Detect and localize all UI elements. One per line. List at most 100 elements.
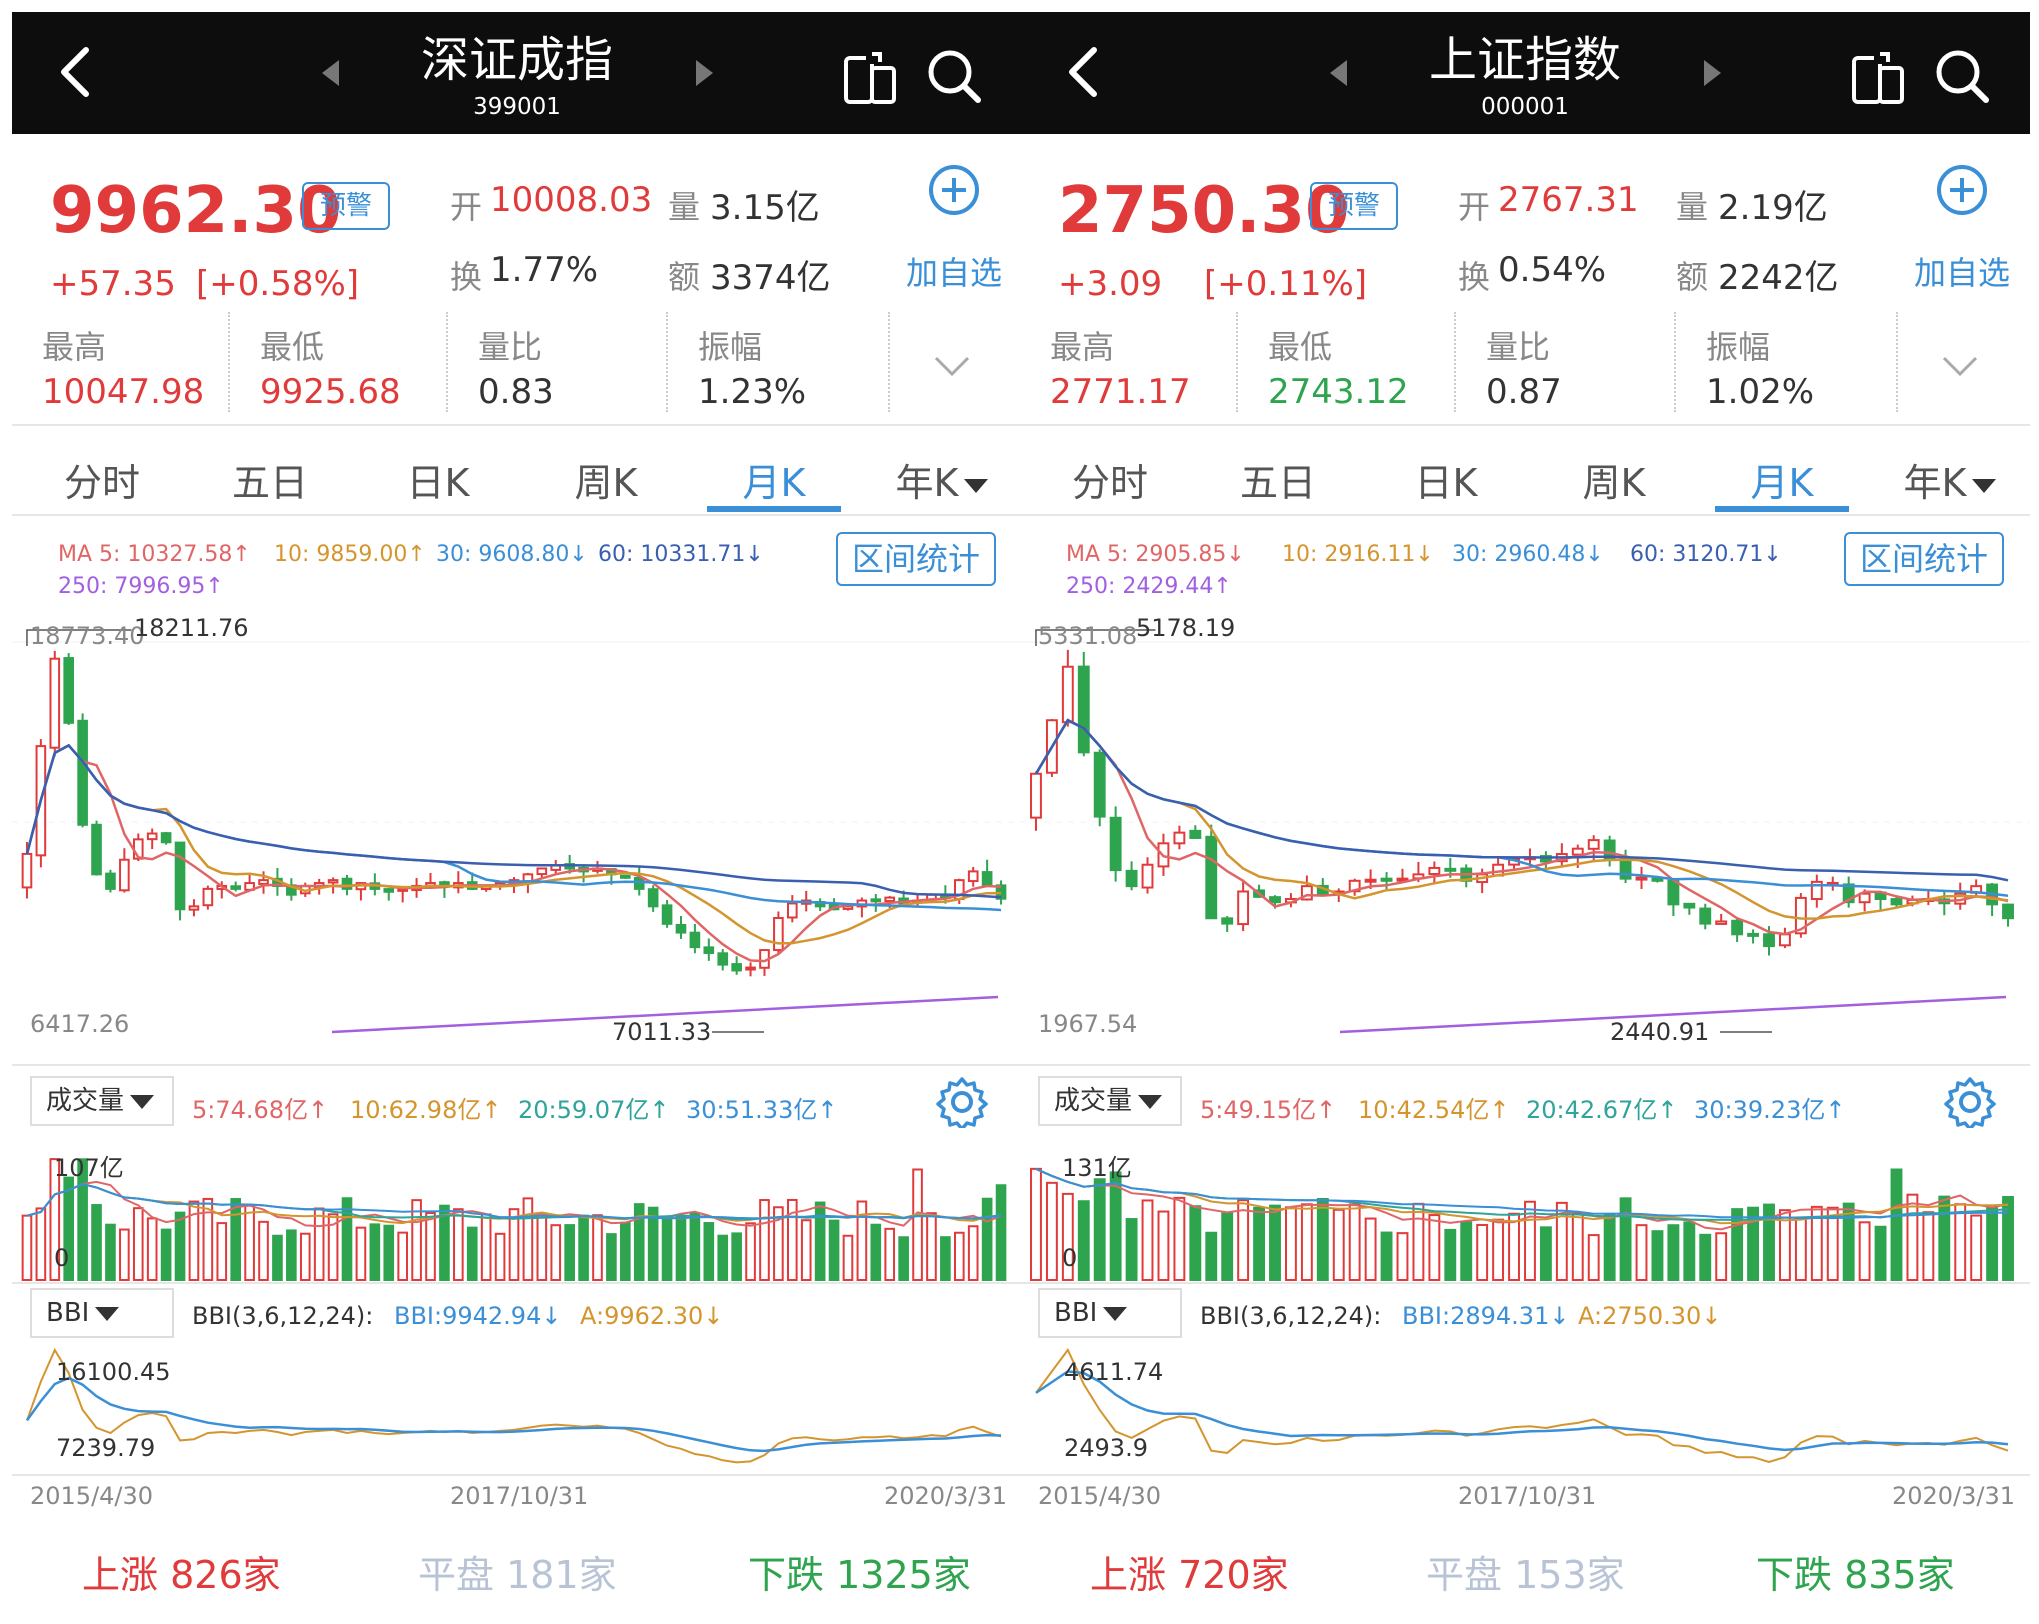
vol-ma10: 10:42.54亿↑ xyxy=(1358,1096,1510,1124)
search-icon[interactable] xyxy=(1932,46,1992,106)
candle xyxy=(202,887,214,907)
gear-icon[interactable] xyxy=(1944,1076,1996,1128)
volume-bar xyxy=(480,1213,492,1281)
candle xyxy=(981,871,993,887)
candle xyxy=(786,902,798,919)
volume-bar xyxy=(216,1222,228,1281)
next-stock-icon[interactable] xyxy=(1704,60,1721,86)
tab-daily-k[interactable]: 日K xyxy=(358,452,518,507)
chevron-down-icon[interactable] xyxy=(932,352,972,380)
volume-bar xyxy=(1364,1217,1377,1281)
vol-ma20: 20:59.07亿↑ xyxy=(518,1096,670,1124)
volume-dropdown-label: 成交量 xyxy=(1054,1086,1133,1116)
decline-label: 下跌 xyxy=(748,1553,825,1597)
volume-bar xyxy=(1396,1232,1409,1281)
candle xyxy=(1715,920,1728,925)
candle xyxy=(105,872,116,890)
volume-bar xyxy=(1284,1206,1297,1281)
volume-bar xyxy=(592,1214,603,1281)
candlestick-chart[interactable] xyxy=(1020,612,2030,1052)
volume-bar xyxy=(132,1207,144,1281)
volume-bar xyxy=(1571,1212,1584,1281)
search-icon[interactable] xyxy=(924,46,984,106)
gear-icon[interactable] xyxy=(936,1076,988,1128)
add-watchlist-icon[interactable] xyxy=(1936,164,1988,216)
candlestick-chart[interactable] xyxy=(12,612,1022,1052)
volume-value: 2.19亿 xyxy=(1718,188,1828,228)
tab-weekly-k[interactable]: 周K xyxy=(526,452,686,507)
range-stats-button[interactable]: 区间统计 xyxy=(1844,532,2004,586)
add-watchlist-button[interactable]: 加自选 xyxy=(906,248,1002,294)
bbi-axis-max: 4611.74 xyxy=(1064,1358,1164,1386)
tab-weekly-k[interactable]: 周K xyxy=(1534,452,1694,507)
candle xyxy=(1173,831,1186,845)
vol-ma30: 30:39.23亿↑ xyxy=(1694,1096,1846,1124)
back-icon[interactable] xyxy=(1056,42,1116,102)
alert-button[interactable]: 预警 xyxy=(1310,182,1398,230)
volume-bar xyxy=(1938,1195,1951,1281)
volume-bar xyxy=(759,1199,770,1281)
volume-bar xyxy=(1539,1226,1552,1281)
tab-yearly-k[interactable]: 年K xyxy=(1870,452,2030,507)
candle xyxy=(1731,919,1744,936)
candle xyxy=(160,832,172,844)
tab-monthly-k[interactable]: 月K xyxy=(1702,452,1862,507)
volume-ratio-value: 0.87 xyxy=(1486,372,1562,412)
volume-chart[interactable] xyxy=(1020,1138,2030,1288)
indicator-dropdown[interactable]: BBI xyxy=(30,1288,174,1338)
candle xyxy=(884,896,896,902)
candle xyxy=(258,879,269,885)
vol-axis-zero: 0 xyxy=(1062,1244,1078,1272)
volume-dropdown[interactable]: 成交量 xyxy=(1038,1076,1182,1126)
volume-bar xyxy=(1954,1203,1967,1281)
volume-bar xyxy=(1587,1234,1600,1281)
amount-value: 2242亿 xyxy=(1718,258,1839,298)
tab-timeshare[interactable]: 分时 xyxy=(22,452,182,507)
amplitude-label: 振幅 xyxy=(698,328,763,366)
tab-monthly-k[interactable]: 月K xyxy=(694,452,854,507)
split-screen-icon[interactable] xyxy=(1850,50,1906,106)
bbi-chart[interactable] xyxy=(1020,1342,2030,1472)
next-stock-icon[interactable] xyxy=(696,60,713,86)
back-icon[interactable] xyxy=(48,42,108,102)
ma60-line xyxy=(1034,718,2009,882)
split-screen-icon[interactable] xyxy=(842,50,898,106)
candle xyxy=(1141,863,1154,889)
price-change: +57.35 xyxy=(50,264,176,304)
add-watchlist-icon[interactable] xyxy=(928,164,980,216)
candle xyxy=(1109,816,1122,872)
unchanged-value: 153家 xyxy=(1514,1553,1625,1597)
candle xyxy=(1061,665,1074,724)
ma5-legend: MA 5: 2905.85↓ xyxy=(1066,542,1245,567)
tab-daily-k[interactable]: 日K xyxy=(1366,452,1526,507)
date-mid: 2017/10/31 xyxy=(450,1482,589,1510)
add-watchlist-button[interactable]: 加自选 xyxy=(1914,248,2010,294)
chevron-down-icon[interactable] xyxy=(1940,352,1980,380)
stock-panel: 深证成指 399001 9962.30 预警 +57.35 [+0.58%] 开… xyxy=(12,12,1022,1612)
bbi-params: BBI(3,6,12,24): xyxy=(192,1302,374,1330)
tab-five-day[interactable]: 五日 xyxy=(190,452,350,507)
range-stats-button[interactable]: 区间统计 xyxy=(836,532,996,586)
tab-five-day[interactable]: 五日 xyxy=(1198,452,1358,507)
advance-value: 720家 xyxy=(1178,1553,1289,1597)
tab-timeshare[interactable]: 分时 xyxy=(1030,452,1190,507)
tab-yearly-k-label: 年K xyxy=(1903,461,1967,505)
volume-bar xyxy=(1253,1206,1266,1281)
volume-dropdown[interactable]: 成交量 xyxy=(30,1076,174,1126)
prev-stock-icon[interactable] xyxy=(1330,60,1347,86)
bbi-a-line xyxy=(26,1347,1002,1464)
prev-stock-icon[interactable] xyxy=(322,60,339,86)
indicator-dropdown[interactable]: BBI xyxy=(1038,1288,1182,1338)
turnover-label: 换 xyxy=(1458,258,1491,296)
volume-bar xyxy=(1141,1199,1154,1281)
ma10-line xyxy=(25,743,1002,945)
volume-chart[interactable] xyxy=(12,1138,1022,1288)
high-label: 最高 xyxy=(1050,328,1115,366)
candle xyxy=(1364,878,1377,883)
tab-yearly-k[interactable]: 年K xyxy=(862,452,1022,507)
advance-count: 上涨 720家 xyxy=(1090,1544,1289,1599)
candle xyxy=(1858,892,1871,904)
open-value: 2767.31 xyxy=(1498,180,1639,220)
vol-ma10: 10:62.98亿↑ xyxy=(350,1096,502,1124)
alert-button[interactable]: 预警 xyxy=(302,182,390,230)
